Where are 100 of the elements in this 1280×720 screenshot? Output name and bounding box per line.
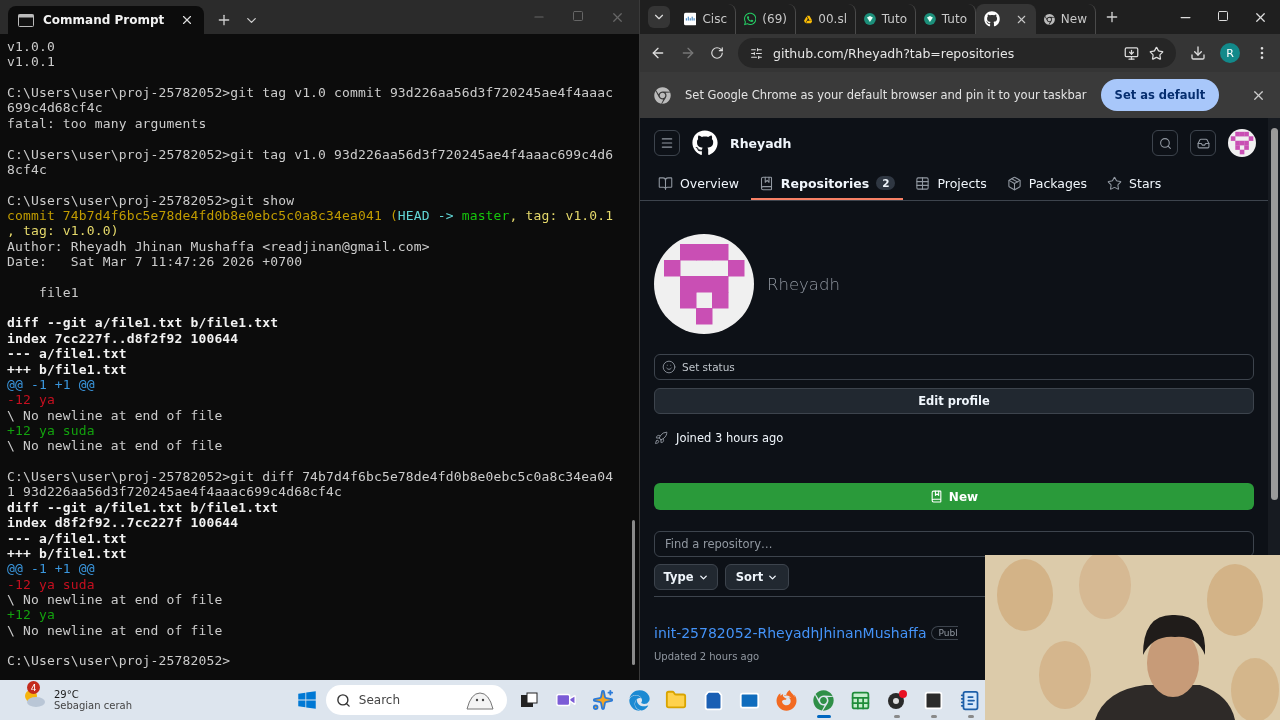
- terminal-line: \ No newline at end of file: [7, 407, 224, 423]
- terminal-line: -12 ya suda: [7, 576, 96, 592]
- edit-profile-button[interactable]: Edit profile: [654, 388, 1254, 414]
- task-view-icon: [519, 690, 540, 710]
- terminal-line: 699c4d68cf4c: [7, 100, 104, 116]
- record-icon: [886, 689, 909, 711]
- terminal-line: Date: Sat Mar 7 11:47:26 2026 +0700: [7, 254, 304, 270]
- weather-widget[interactable]: 4 29°C Sebagian cerah: [0, 680, 289, 720]
- repo-icon: [929, 490, 943, 503]
- install-icon[interactable]: [1124, 45, 1139, 61]
- nav-label: Packages: [1028, 175, 1088, 191]
- forward-icon[interactable]: [680, 45, 696, 61]
- browser-tab[interactable]: [976, 4, 1036, 34]
- repository-link[interactable]: init-25782052-RheyadhJhinanMushaffa: [654, 625, 927, 641]
- whatsapp-icon: [744, 11, 757, 27]
- filter-dropdown[interactable]: Type: [654, 564, 718, 590]
- terminal-line: C:\Users\user\proj-25782052>git diff 74b7d4f6bc5e78de4fd0b8e0ebc5c0a8c34ea04: [7, 469, 615, 485]
- terminal-line: C:\Users\user\proj-25782052>: [7, 653, 232, 669]
- terminal-line: commit 74b7d4f6bc5e78de4fd0b8e0ebc5c0a8c34ea041 (HEAD -> master, tag: v1.0.1: [7, 207, 615, 224]
- terminal-icon: [923, 689, 945, 711]
- site-info-icon[interactable]: [750, 46, 763, 60]
- terminal-line: v1.0.0: [7, 39, 56, 55]
- sparkles-icon: [591, 689, 614, 711]
- set-status-button[interactable]: Set status: [654, 354, 1254, 380]
- close-icon[interactable]: [180, 13, 194, 27]
- terminal-line: fatal: too many arguments: [7, 115, 208, 132]
- scrollbar-thumb[interactable]: [632, 520, 635, 665]
- download-icon[interactable]: [1190, 45, 1206, 61]
- windows-icon[interactable]: [297, 690, 318, 710]
- terminal-icon: [18, 13, 34, 27]
- terminal-line: 8cf4c: [7, 161, 47, 178]
- terminal-line: file1: [37, 284, 80, 301]
- new-tab-icon[interactable]: [1104, 9, 1120, 25]
- address-bar[interactable]: github.com/Rheyadh?tab=repositories: [738, 38, 1176, 68]
- new-repository-button[interactable]: New: [654, 483, 1254, 510]
- terminal-line: , tag: v1.0.0): [7, 223, 120, 239]
- chrome-icon: [654, 86, 671, 104]
- add-tab-icon[interactable]: [216, 12, 232, 28]
- terminal-line: index d8f2f92..7cc227f 100644: [7, 515, 240, 531]
- nav-tab[interactable]: Projects: [907, 168, 995, 200]
- terminal-tab[interactable]: Command Prompt: [8, 6, 204, 34]
- repository-search-field[interactable]: Find a repository…: [654, 531, 1254, 557]
- weather-condition: Sebagian cerah: [54, 700, 132, 711]
- scrollbar-thumb[interactable]: [1270, 128, 1278, 500]
- terminal-line: index 7cc227f..d8f2f92 100644: [7, 330, 240, 347]
- cisco-icon: [684, 11, 697, 27]
- chrome-icon: [813, 689, 835, 711]
- terminal-line: diff --git a/file1.txt b/file1.txt: [7, 499, 280, 516]
- terminal-line: C:\Users\user\proj-25782052>git tag v1.0 93d226aa56d3f720245ae4f4aaac699c4d6: [7, 146, 615, 162]
- bookmark-icon[interactable]: [1149, 45, 1164, 61]
- terminal-line: -12 ya: [7, 392, 56, 408]
- github-icon[interactable]: [692, 130, 718, 156]
- terminal-line: diff --git a/file1.txt b/file1.txt: [7, 315, 280, 331]
- nav-tab[interactable]: Packages: [998, 168, 1096, 200]
- search-button[interactable]: [1152, 130, 1178, 156]
- nav-label: Overview: [680, 175, 739, 191]
- terminal-line: @@ -1 +1 @@: [7, 561, 96, 577]
- count-badge: 2: [876, 176, 896, 190]
- nav-tab[interactable]: Stars: [1099, 168, 1170, 200]
- user-avatar: [1228, 129, 1256, 157]
- nav-tab[interactable]: Repositories 2: [750, 168, 904, 200]
- username: Rheyadh: [730, 135, 793, 151]
- profile-name: Rheyadh: [767, 274, 840, 294]
- updated-text: Updated 2 hours ago: [654, 651, 761, 662]
- search-icon: [1158, 136, 1172, 150]
- chrome-icon: [1044, 11, 1055, 27]
- firefox-icon: [776, 689, 798, 711]
- joined-text: Joined 3 hours ago: [676, 431, 784, 445]
- terminal-line: --- a/file1.txt: [7, 530, 128, 546]
- reload-icon[interactable]: [710, 46, 724, 60]
- filter-dropdown[interactable]: Sort: [725, 564, 789, 590]
- rocket-icon: [654, 431, 668, 445]
- menu-button[interactable]: [654, 130, 680, 156]
- search-icon: [335, 692, 351, 708]
- folder-icon: [665, 689, 688, 711]
- edge-icon: [629, 689, 651, 711]
- nav-label: Stars: [1129, 175, 1162, 191]
- smiley-icon: [662, 360, 676, 374]
- nav-label: Projects: [937, 175, 987, 191]
- back-icon[interactable]: [650, 45, 666, 61]
- terminal-line: v1.0.1: [7, 54, 56, 70]
- package-icon: [1006, 175, 1022, 191]
- spreadsheet-icon: [849, 689, 871, 711]
- nav-tab[interactable]: Overview: [650, 168, 747, 200]
- infobar-message: Set Google Chrome as your default browser and pin it to your taskbar: [685, 88, 1087, 102]
- menu-icon: [660, 136, 674, 150]
- terminal-line: +12 ya suda: [7, 423, 96, 439]
- terminal-line: C:\Users\user\proj-25782052>git show: [7, 192, 296, 208]
- terminal-line: \ No newline at end of file: [7, 622, 224, 638]
- terminal-line: --- a/file1.txt: [7, 346, 128, 362]
- github-icon: [984, 11, 1000, 27]
- terminal-line: \ No newline at end of file: [7, 591, 224, 608]
- profile-avatar[interactable]: R: [1220, 43, 1240, 63]
- tab-search-button[interactable]: [648, 6, 670, 28]
- terminal-line: +++ b/file1.txt: [7, 545, 128, 562]
- terminal-line: +++ b/file1.txt: [7, 361, 128, 377]
- terminal-line: Author: Rheyadh Jhinan Mushaffa <readjinan@gmail.com>: [7, 238, 431, 255]
- search-field[interactable]: Search: [325, 685, 507, 715]
- set-default-button[interactable]: Set as default: [1100, 79, 1220, 111]
- inbox-button[interactable]: [1190, 130, 1216, 156]
